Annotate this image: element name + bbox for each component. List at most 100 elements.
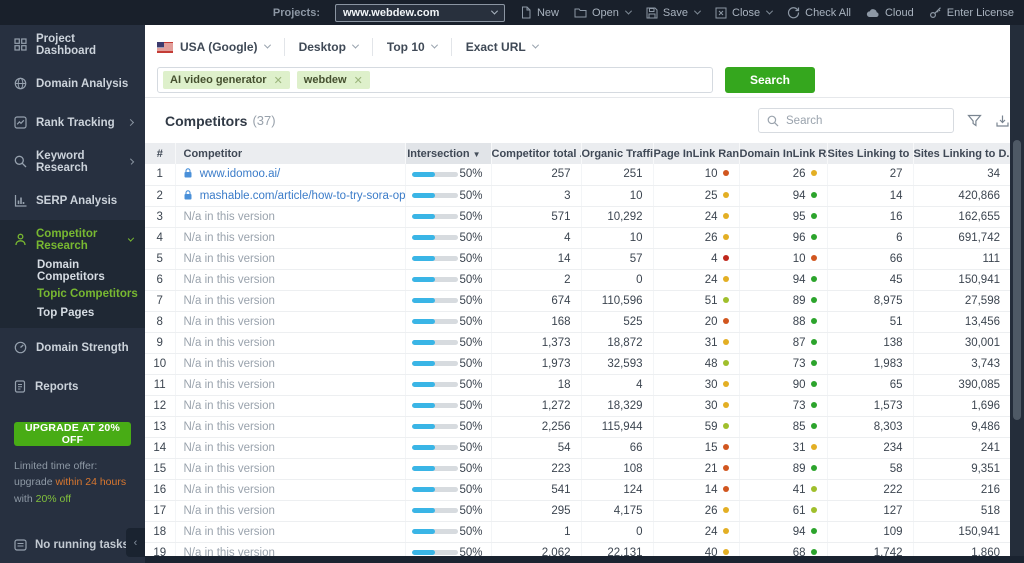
chevron-left-icon: ‹ — [133, 536, 138, 549]
competitor-link[interactable]: N/a in this version — [184, 274, 275, 286]
competitor-link[interactable]: N/a in this version — [184, 421, 275, 433]
search-button[interactable]: Search — [725, 67, 815, 93]
chevron-down-icon — [624, 7, 632, 15]
sidebar-item-keyword-research[interactable]: Keyword Research — [0, 142, 145, 181]
competitor-link[interactable]: N/a in this version — [184, 505, 275, 517]
column-header-intersection[interactable]: Intersection ▼ — [404, 143, 491, 164]
filter-device[interactable]: Desktop — [283, 38, 372, 56]
table-row[interactable]: 16 N/a in this version 50% 541 124 14 41… — [145, 479, 1010, 501]
new-button[interactable]: New — [520, 6, 559, 19]
sites-linking-page-cell: 1,983 — [826, 353, 913, 375]
table-row[interactable]: 2 mashable.com/article/how-to-try-sora-o… — [145, 185, 1010, 207]
table-row[interactable]: 6 N/a in this version 50% 2 0 24 94 45 1… — [145, 269, 1010, 291]
sidebar-item-competitor-research[interactable]: Competitor Research — [0, 220, 145, 259]
intersection-value: 50% — [459, 273, 483, 286]
sidebar-item-project-dashboard[interactable]: Project Dashboard — [0, 25, 145, 64]
table-row[interactable]: 11 N/a in this version 50% 18 4 30 90 65… — [145, 374, 1010, 396]
sidebar-item-rank-tracking[interactable]: Rank Tracking — [0, 103, 145, 142]
sidebar-item-domain-analysis[interactable]: Domain Analysis — [0, 64, 145, 103]
table-row[interactable]: 7 N/a in this version 50% 674 110,596 51… — [145, 290, 1010, 312]
cloud-button[interactable]: Cloud — [866, 7, 914, 19]
competitor-link[interactable]: N/a in this version — [184, 253, 275, 265]
table-row[interactable]: 5 N/a in this version 50% 14 57 4 10 66 … — [145, 248, 1010, 270]
sidebar-item-topic-competitors[interactable]: Topic Competitors — [0, 282, 145, 305]
column-header-index[interactable]: # — [145, 143, 175, 164]
scrollbar-thumb[interactable] — [1013, 140, 1021, 420]
page-rank-dot — [722, 380, 729, 387]
table-row[interactable]: 15 N/a in this version 50% 223 108 21 89… — [145, 458, 1010, 480]
column-header-organic-traffic[interactable]: Organic Traffic — [580, 143, 653, 164]
sidebar-item-top-pages[interactable]: Top Pages — [0, 305, 145, 328]
column-header-sites-linking-domain[interactable]: Sites Linking to D... — [912, 143, 1010, 164]
project-select[interactable]: www.webdew.com — [334, 3, 505, 22]
sidebar-collapse-handle[interactable]: ‹ — [126, 528, 145, 557]
intersection-bar — [411, 214, 458, 219]
competitor-link[interactable]: N/a in this version — [184, 526, 275, 538]
competitor-cell: N/a in this version — [174, 206, 405, 228]
competitor-link[interactable]: N/a in this version — [184, 295, 275, 307]
domain-inlink-rank-cell: 89 — [738, 458, 827, 480]
bottom-edge — [145, 556, 1024, 563]
table-row[interactable]: 18 N/a in this version 50% 1 0 24 94 109… — [145, 521, 1010, 543]
sites-linking-page-cell: 1,573 — [826, 395, 913, 417]
intersection-cell: 50% — [404, 437, 491, 459]
intersection-value: 50% — [459, 315, 483, 328]
table-row[interactable]: 14 N/a in this version 50% 54 66 15 31 2… — [145, 437, 1010, 459]
competitor-link[interactable]: N/a in this version — [184, 442, 275, 454]
open-button[interactable]: Open — [574, 7, 632, 19]
table-row[interactable]: 12 N/a in this version 50% 1,272 18,329 … — [145, 395, 1010, 417]
keyword-input[interactable]: AI video generator ✕ webdew ✕ — [157, 67, 713, 93]
row-number: 3 — [145, 206, 175, 228]
page-rank-dot — [722, 170, 729, 177]
sidebar-item-serp-analysis[interactable]: SERP Analysis — [0, 181, 145, 220]
remove-tag-icon[interactable]: ✕ — [354, 74, 363, 87]
table-row[interactable]: 10 N/a in this version 50% 1,973 32,593 … — [145, 353, 1010, 375]
sites-linking-domain-cell: 27,598 — [912, 290, 1010, 312]
table-row[interactable]: 1 www.idomoo.ai/ 50% 257 251 10 26 27 34 — [145, 164, 1010, 186]
export-download-icon[interactable] — [995, 114, 1010, 128]
filter-url-mode[interactable]: Exact URL — [450, 38, 552, 56]
sites-linking-page-cell: 6 — [826, 227, 913, 249]
competitor-link[interactable]: N/a in this version — [184, 232, 275, 244]
search-icon — [767, 115, 779, 127]
competitor-link[interactable]: N/a in this version — [184, 484, 275, 496]
column-header-domain-inlink-rank[interactable]: Domain InLink Ra... — [738, 143, 827, 164]
sidebar-item-domain-competitors[interactable]: Domain Competitors — [0, 259, 145, 283]
column-header-competitor-total[interactable]: Competitor total ... — [490, 143, 581, 164]
page-rank-dot — [722, 296, 729, 303]
table-row[interactable]: 13 N/a in this version 50% 2,256 115,944… — [145, 416, 1010, 438]
table-row[interactable]: 8 N/a in this version 50% 168 525 20 88 … — [145, 311, 1010, 333]
check-all-button[interactable]: Check All — [787, 6, 851, 19]
competitor-link[interactable]: N/a in this version — [184, 463, 275, 475]
sidebar-item-reports[interactable]: Reports — [0, 367, 145, 406]
table-row[interactable]: 9 N/a in this version 50% 1,373 18,872 3… — [145, 332, 1010, 354]
competitor-link[interactable]: mashable.com/article/how-to-try-sora-ope… — [200, 190, 405, 202]
table-search[interactable] — [758, 108, 954, 133]
enter-license-button[interactable]: Enter License — [929, 6, 1014, 19]
table-row[interactable]: 3 N/a in this version 50% 571 10,292 24 … — [145, 206, 1010, 228]
remove-tag-icon[interactable]: ✕ — [274, 74, 283, 87]
domain-inlink-rank-cell: 94 — [738, 521, 827, 543]
page-rank-dot — [722, 527, 729, 534]
save-button[interactable]: Save — [646, 7, 702, 19]
filter-funnel-icon[interactable] — [967, 114, 982, 128]
table-search-input[interactable] — [786, 114, 945, 127]
filter-search-engine[interactable]: USA (Google) — [157, 38, 284, 56]
sidebar-item-domain-strength[interactable]: Domain Strength — [0, 328, 145, 367]
competitor-link[interactable]: www.idomoo.ai/ — [200, 168, 281, 180]
competitor-total-cell: 4 — [490, 227, 581, 249]
column-header-sites-linking-page[interactable]: Sites Linking to P... — [826, 143, 913, 164]
competitor-link[interactable]: N/a in this version — [184, 358, 275, 370]
column-header-page-inlink-rank[interactable]: Page InLink Rank — [652, 143, 739, 164]
close-button[interactable]: Close — [715, 7, 774, 19]
upgrade-button[interactable]: UPGRADE AT 20% OFF — [14, 422, 131, 446]
table-row[interactable]: 4 N/a in this version 50% 4 10 26 96 6 6… — [145, 227, 1010, 249]
competitor-link[interactable]: N/a in this version — [184, 211, 275, 223]
filter-top-results[interactable]: Top 10 — [371, 38, 451, 56]
competitor-link[interactable]: N/a in this version — [184, 400, 275, 412]
competitor-link[interactable]: N/a in this version — [184, 379, 275, 391]
column-header-competitor[interactable]: Competitor — [174, 143, 405, 164]
competitor-link[interactable]: N/a in this version — [184, 337, 275, 349]
table-row[interactable]: 17 N/a in this version 50% 295 4,175 26 … — [145, 500, 1010, 522]
competitor-link[interactable]: N/a in this version — [184, 316, 275, 328]
